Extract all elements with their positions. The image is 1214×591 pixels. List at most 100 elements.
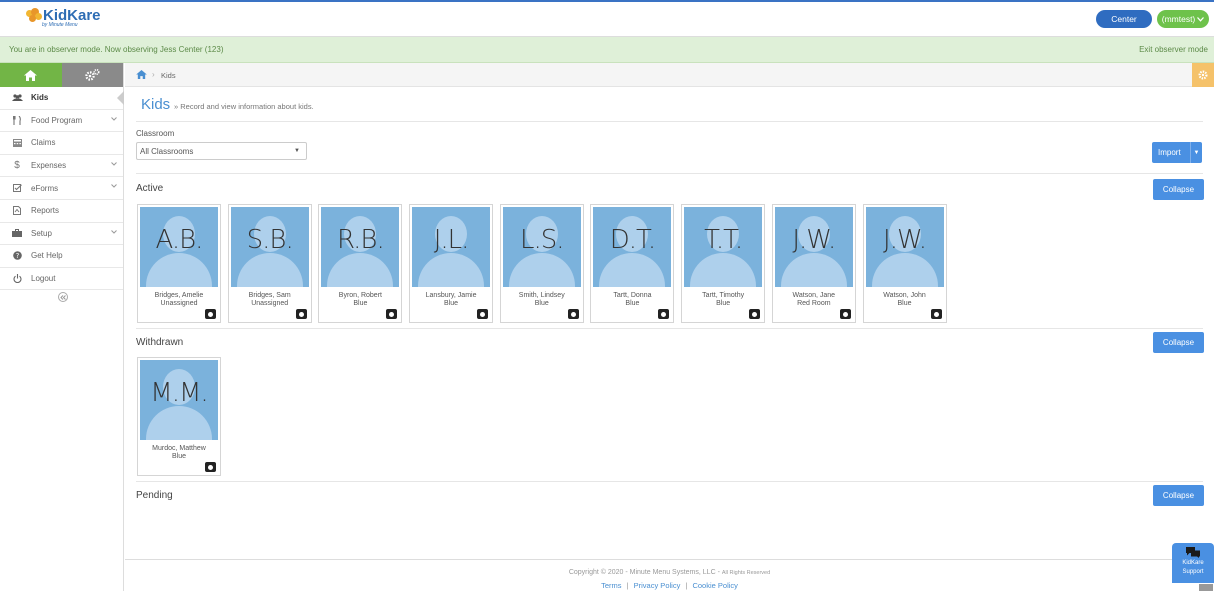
users-icon bbox=[11, 94, 23, 102]
chevron-down-icon bbox=[111, 116, 117, 121]
observer-message: You are in observer mode. Now observing … bbox=[9, 45, 224, 54]
gears-icon bbox=[85, 69, 100, 81]
kid-classroom: Blue bbox=[171, 453, 186, 460]
kid-card[interactable]: J.W. Watson, John Blue bbox=[862, 204, 947, 323]
camera-icon[interactable] bbox=[477, 309, 489, 319]
breadcrumb: › Kids bbox=[125, 63, 1214, 87]
kid-avatar: R.B. bbox=[321, 207, 400, 287]
kid-classroom: Blue bbox=[444, 300, 459, 307]
utensils-icon bbox=[11, 115, 23, 125]
sidebar: Kids Food Program Claims $ Expenses eFor… bbox=[0, 63, 124, 591]
import-dropdown-toggle[interactable]: ▼ bbox=[1190, 142, 1202, 163]
camera-icon[interactable] bbox=[205, 462, 216, 472]
collapse-button-label: Collapse bbox=[1162, 338, 1195, 347]
kid-card[interactable]: J.L. Lansbury, Jamie Blue bbox=[409, 204, 494, 323]
sidebar-tab-settings[interactable] bbox=[61, 63, 123, 87]
sidebar-item-logout[interactable]: Logout bbox=[0, 268, 123, 291]
scrollbar-thumb[interactable] bbox=[1199, 584, 1213, 591]
kid-initials: L.S. bbox=[519, 225, 565, 255]
section-title-active: Active bbox=[136, 183, 164, 194]
camera-icon[interactable] bbox=[205, 309, 216, 319]
sidebar-collapse-button[interactable] bbox=[58, 292, 68, 302]
exit-observer-link[interactable]: Exit observer mode bbox=[1139, 45, 1208, 54]
camera-icon[interactable] bbox=[839, 309, 851, 319]
home-icon[interactable] bbox=[136, 70, 147, 79]
kidkare-support-button[interactable]: KidKare Support bbox=[1172, 543, 1214, 583]
kid-avatar: T.T. bbox=[684, 207, 763, 287]
kid-classroom: Blue bbox=[716, 300, 731, 307]
kid-name: Bridges, Sam bbox=[248, 292, 291, 299]
kid-avatar: J.W. bbox=[865, 207, 944, 287]
kid-card[interactable]: A.B. Bridges, Amelie Unassigned bbox=[137, 204, 221, 323]
user-menu-button[interactable]: (mmtest) bbox=[1157, 10, 1209, 28]
kid-card[interactable]: L.S. Smith, Lindsey Blue bbox=[499, 204, 584, 323]
kid-name: Watson, Jane bbox=[792, 292, 836, 299]
sidebar-item-setup[interactable]: Setup bbox=[0, 223, 123, 246]
terms-link[interactable]: Terms bbox=[601, 581, 621, 590]
center-button[interactable]: Center bbox=[1096, 10, 1152, 28]
camera-icon[interactable] bbox=[930, 309, 942, 319]
sidebar-tabs bbox=[0, 63, 123, 87]
kid-classroom: Blue bbox=[897, 300, 912, 307]
camera-icon[interactable] bbox=[658, 309, 670, 319]
privacy-policy-link[interactable]: Privacy Policy bbox=[634, 581, 681, 590]
kid-card[interactable]: J.W. Watson, Jane Red Room bbox=[771, 204, 856, 323]
sidebar-item-kids[interactable]: Kids bbox=[0, 87, 124, 110]
kid-card[interactable]: M.M. Murdoc, Matthew Blue bbox=[137, 357, 221, 476]
kid-avatar: M.M. bbox=[140, 360, 218, 440]
sidebar-item-expenses[interactable]: $ Expenses bbox=[0, 155, 123, 178]
camera-icon[interactable] bbox=[567, 309, 579, 319]
sidebar-item-reports[interactable]: Reports bbox=[0, 200, 123, 223]
sidebar-item-label: Reports bbox=[31, 206, 60, 216]
sidebar-tab-home[interactable] bbox=[0, 63, 62, 87]
classroom-select-value: All Classrooms bbox=[140, 146, 194, 156]
page-subtitle: » Record and view information about kids… bbox=[174, 102, 314, 111]
svg-text:?: ? bbox=[15, 252, 19, 260]
breadcrumb-current: Kids bbox=[161, 71, 176, 80]
divider bbox=[136, 328, 1203, 329]
page-title: Kids bbox=[141, 96, 171, 113]
kid-avatar: A.B. bbox=[140, 207, 218, 287]
sidebar-item-claims[interactable]: Claims bbox=[0, 132, 123, 155]
section-title-withdrawn: Withdrawn bbox=[136, 337, 184, 348]
chevron-down-icon bbox=[111, 229, 117, 234]
kid-card[interactable]: R.B. Byron, Robert Blue bbox=[318, 204, 403, 323]
kid-avatar: L.S. bbox=[502, 207, 581, 287]
classroom-label: Classroom bbox=[136, 129, 175, 138]
kid-avatar: S.B. bbox=[230, 207, 309, 287]
camera-icon[interactable] bbox=[749, 309, 761, 319]
home-icon bbox=[24, 69, 38, 81]
classroom-select[interactable]: All Classrooms ▼ bbox=[136, 142, 307, 160]
sidebar-item-label: Setup bbox=[31, 228, 52, 238]
kid-initials: J.W. bbox=[792, 225, 836, 255]
collapse-active-button[interactable]: Collapse bbox=[1153, 179, 1204, 200]
kid-name: Bridges, Amelie bbox=[154, 292, 204, 299]
kidkare-logo[interactable]: KidKare bbox=[26, 8, 101, 23]
collapse-pending-button[interactable]: Collapse bbox=[1153, 485, 1204, 506]
kid-name: Watson, John bbox=[883, 292, 926, 299]
cookie-policy-link[interactable]: Cookie Policy bbox=[692, 581, 737, 590]
collapse-button-label: Collapse bbox=[1162, 185, 1195, 194]
camera-icon[interactable] bbox=[295, 309, 307, 319]
kid-classroom: Unassigned bbox=[160, 300, 198, 307]
kid-avatar: J.L. bbox=[412, 207, 491, 287]
support-label-1: KidKare bbox=[1182, 560, 1204, 566]
kid-card[interactable]: T.T. Tartt, Timothy Blue bbox=[681, 204, 766, 323]
kid-classroom: Blue bbox=[534, 300, 549, 307]
chat-icon bbox=[1186, 547, 1200, 558]
sidebar-item-get-help[interactable]: ? Get Help bbox=[0, 245, 123, 268]
kid-card[interactable]: D.T. Tartt, Donna Blue bbox=[590, 204, 675, 323]
camera-icon[interactable] bbox=[386, 309, 398, 319]
page-settings-button[interactable] bbox=[1192, 63, 1214, 87]
chevron-down-icon bbox=[111, 184, 117, 189]
sidebar-item-eforms[interactable]: eForms bbox=[0, 177, 123, 200]
withdrawn-kids-list: M.M. Murdoc, Matthew Blue bbox=[137, 357, 228, 476]
collapse-withdrawn-button[interactable]: Collapse bbox=[1153, 332, 1204, 353]
sidebar-item-label: Claims bbox=[31, 138, 56, 148]
link-separator: | bbox=[685, 581, 688, 590]
sidebar-item-food-program[interactable]: Food Program bbox=[0, 110, 123, 133]
kid-name: Smith, Lindsey bbox=[518, 292, 565, 299]
kid-card[interactable]: S.B. Bridges, Sam Unassigned bbox=[227, 204, 312, 323]
import-button[interactable]: Import ▼ bbox=[1152, 142, 1202, 163]
chevron-down-icon bbox=[111, 161, 117, 166]
